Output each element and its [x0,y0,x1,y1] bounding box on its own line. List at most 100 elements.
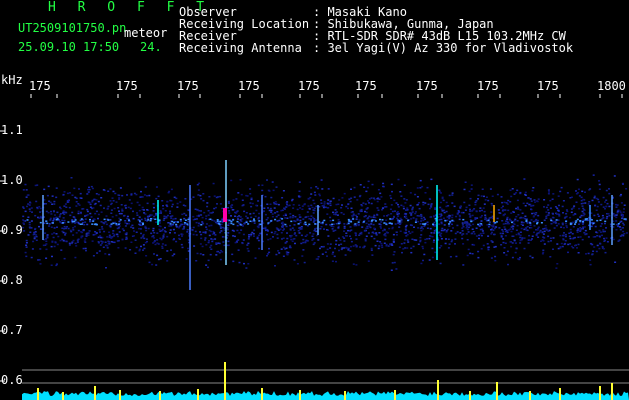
noise-dot [358,234,361,236]
noise-dot [606,215,609,218]
carrier-dot [270,220,273,222]
noise-dot [451,192,454,194]
noise-dot [448,217,451,220]
noise-dot [332,211,334,214]
noise-dot [400,195,403,197]
carrier-dot [39,221,42,224]
noise-dot [268,251,271,254]
noise-dot [479,232,482,235]
noise-dot [322,206,325,209]
noise-dot [365,227,368,230]
noise-dot [562,212,564,214]
noise-dot [124,247,127,249]
noise-dot [448,214,451,217]
noise-dot [359,194,362,197]
noise-dot [555,267,558,269]
noise-dot [307,198,310,200]
noise-dot [313,191,316,194]
noise-dot [545,229,548,231]
noise-dot [477,250,480,253]
noise-dot [345,232,348,234]
noise-dot [605,227,607,229]
noise-dot [556,243,559,245]
noise-dot [236,210,239,212]
noise-dot [162,233,165,235]
noise-dot [390,183,393,186]
noise-dot [93,198,96,201]
noise-dot [523,178,526,180]
carrier-dot [253,218,255,220]
noise-dot [50,245,53,248]
noise-dot [430,178,433,181]
noise-dot [622,230,625,233]
noise-dot [98,250,101,252]
noise-dot [602,248,605,250]
noise-dot [232,260,235,263]
noise-dot [251,202,254,205]
carrier-dot [624,218,627,220]
noise-dot [491,195,494,197]
noise-dot [271,216,274,218]
noise-dot [606,241,609,243]
noise-dot [265,218,268,221]
noise-dot [210,224,213,227]
noise-dot [166,205,169,208]
carrier-dot [304,221,307,224]
noise-dot [377,209,380,211]
noise-dot [169,229,172,231]
noise-dot [74,242,77,245]
noise-dot [364,210,366,213]
noise-dot [282,255,285,257]
noise-dot [410,212,413,215]
noise-dot [72,234,75,236]
noise-dot [350,240,353,243]
noise-dot [417,227,420,229]
noise-dot [326,255,328,257]
noise-dot [154,243,157,246]
noise-dot [347,249,350,251]
noise-dot [326,213,329,215]
carrier-dot [347,218,350,221]
noise-dot [430,232,433,234]
noise-dot [268,209,271,212]
noise-dot [241,199,244,201]
noise-dot [285,214,287,216]
noise-dot [392,253,395,256]
noise-dot [357,213,360,215]
noise-dot [118,194,121,197]
noise-dot [512,228,514,230]
noise-dot [311,239,314,241]
noise-dot [64,234,67,236]
noise-dot [463,222,466,224]
noise-dot [43,188,46,191]
noise-dot [522,221,525,224]
carrier-dot [149,219,152,222]
carrier-dot [379,218,381,221]
noise-dot [584,202,587,204]
noise-dot [63,226,66,228]
noise-dot [261,184,264,186]
noise-dot [205,215,208,217]
noise-dot [152,203,155,205]
noise-dot [291,240,294,242]
noise-dot [555,224,558,227]
noise-dot [542,249,545,251]
noise-dot [410,251,413,254]
noise-dot [558,204,560,207]
carrier-dot [91,223,94,225]
noise-dot [176,202,179,205]
noise-dot [349,230,352,232]
noise-dot [569,197,572,199]
noise-dot [192,233,195,236]
noise-dot [275,215,278,218]
carrier-dot [385,223,388,225]
noise-dot [562,200,565,202]
noise-dot [493,233,496,236]
noise-dot [466,239,469,241]
carrier-dot [424,223,427,225]
noise-dot [341,204,343,206]
noise-dot [502,205,504,208]
noise-dot [263,207,266,209]
noise-dot [399,217,402,220]
noise-dot [201,221,204,223]
